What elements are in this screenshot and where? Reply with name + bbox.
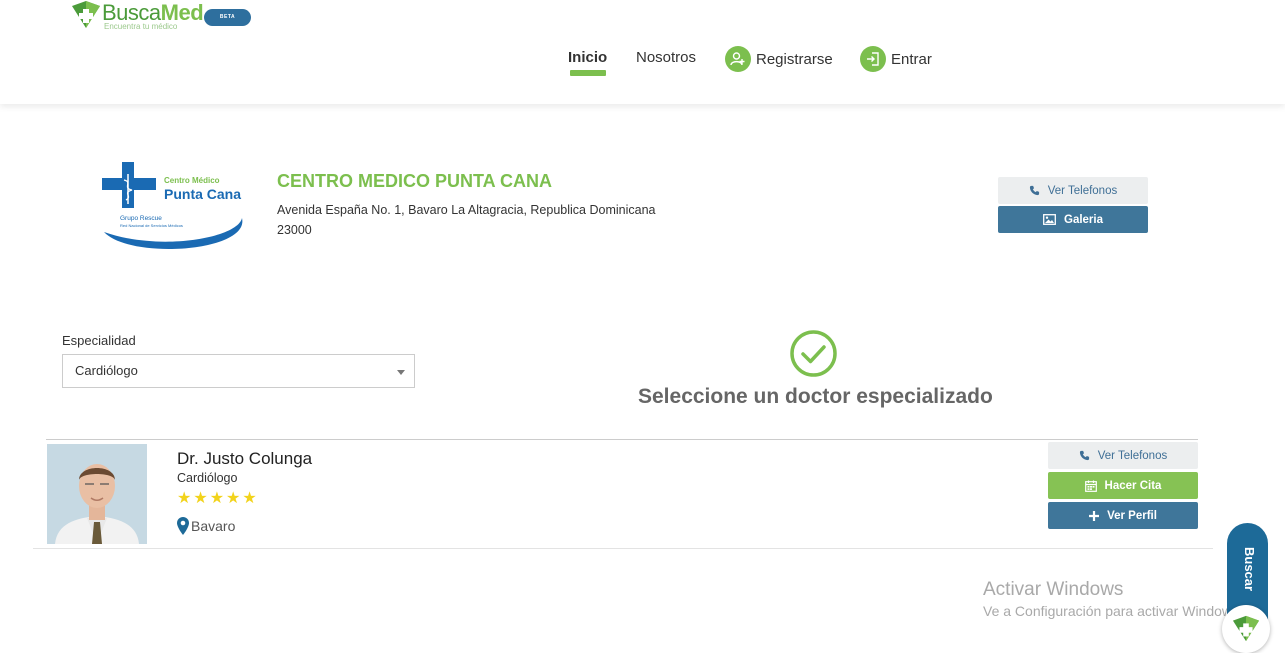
nav-registrarse-label: Registrarse: [756, 50, 833, 68]
doctor-location-label: Bavaro: [191, 518, 236, 534]
doctor-photo[interactable]: [47, 444, 147, 544]
active-nav-underline: [570, 70, 606, 76]
logo-shield-icon: [72, 1, 100, 28]
phone-icon: [1079, 450, 1089, 461]
image-icon: [1043, 214, 1056, 225]
clinic-ver-telefonos-button[interactable]: Ver Telefonos: [998, 177, 1148, 204]
buscamed-chat-button[interactable]: [1222, 605, 1270, 653]
doctor-location: Bavaro: [177, 517, 235, 535]
nav-entrar[interactable]: Entrar: [860, 46, 932, 72]
sign-in-icon: [860, 46, 886, 72]
check-circle-icon: [790, 330, 837, 377]
top-header: BuscaMed Encuentra tu médico BETA Inicio…: [0, 0, 1285, 104]
svg-text:Red Nacional de Servicios Médi: Red Nacional de Servicios Médicos: [120, 223, 183, 228]
clinic-name: CENTRO MEDICO PUNTA CANA: [277, 171, 552, 191]
windows-activation-title: Activar Windows: [983, 579, 1124, 600]
clinic-ver-telefonos-label: Ver Telefonos: [1047, 184, 1118, 197]
clinic-logo: Centro Médico Punta Cana Grupo Rescue Re…: [100, 160, 248, 250]
buscamed-logo[interactable]: BuscaMed Encuentra tu médico BETA: [70, 0, 251, 34]
logo-shield-icon: [1232, 615, 1260, 642]
beta-badge: BETA: [204, 9, 251, 26]
divider: [46, 439, 1198, 440]
divider: [33, 548, 1213, 549]
clinic-galeria-button[interactable]: Galeria: [998, 206, 1148, 233]
star-icon: ★: [209, 490, 225, 507]
especialidad-selected-value: Cardiólogo: [75, 363, 138, 378]
doctor-ver-telefonos-button[interactable]: Ver Telefonos: [1048, 442, 1198, 469]
svg-text:Centro Médico: Centro Médico: [164, 176, 220, 185]
star-icon: ★: [177, 490, 192, 507]
star-icon: ★: [193, 490, 208, 507]
ver-perfil-label: Ver Perfil: [1107, 509, 1157, 522]
doctor-rating: ★ ★ ★ ★ ★: [177, 490, 257, 508]
doctor-specialty: Cardiólogo: [177, 471, 238, 485]
clinic-logo-graphic: Centro Médico Punta Cana Grupo Rescue Re…: [102, 162, 243, 249]
clinic-address: Avenida España No. 1, Bavaro La Altagrac…: [277, 203, 656, 217]
clinic-zip: 23000: [277, 223, 312, 237]
nav-inicio[interactable]: Inicio: [568, 49, 608, 76]
add-user-icon: [725, 46, 751, 72]
star-icon: ★: [226, 490, 241, 507]
caret-down-icon: [397, 370, 405, 375]
especialidad-label: Especialidad: [62, 333, 136, 348]
nav-registrarse[interactable]: Registrarse: [725, 46, 833, 72]
select-doctor-message: Seleccione un doctor especializado: [638, 385, 993, 408]
hacer-cita-button[interactable]: Hacer Cita: [1048, 472, 1198, 499]
logo-tagline: Encuentra tu médico: [104, 22, 178, 31]
buscar-side-tab-label: Buscar: [1242, 547, 1257, 592]
nav-entrar-label: Entrar: [891, 50, 932, 68]
plus-icon: [1089, 510, 1100, 521]
hacer-cita-label: Hacer Cita: [1104, 479, 1162, 492]
nav-inicio-label: Inicio: [568, 49, 608, 66]
especialidad-select[interactable]: Cardiólogo: [62, 354, 415, 388]
clinic-galeria-label: Galeria: [1064, 213, 1103, 226]
doctor-name[interactable]: Dr. Justo Colunga: [177, 449, 312, 469]
svg-text:Punta Cana: Punta Cana: [164, 186, 241, 202]
svg-text:Grupo Rescue: Grupo Rescue: [120, 215, 162, 222]
map-pin-icon: [177, 517, 189, 535]
star-icon: ★: [242, 490, 257, 507]
doctor-portrait-graphic: [47, 444, 147, 544]
calendar-icon: [1084, 480, 1097, 492]
windows-activation-subtitle: Ve a Configuración para activar Windows.: [983, 603, 1243, 619]
doctor-ver-telefonos-label: Ver Telefonos: [1097, 449, 1168, 462]
phone-icon: [1029, 185, 1039, 196]
ver-perfil-button[interactable]: Ver Perfil: [1048, 502, 1198, 529]
nav-nosotros[interactable]: Nosotros: [636, 49, 696, 66]
